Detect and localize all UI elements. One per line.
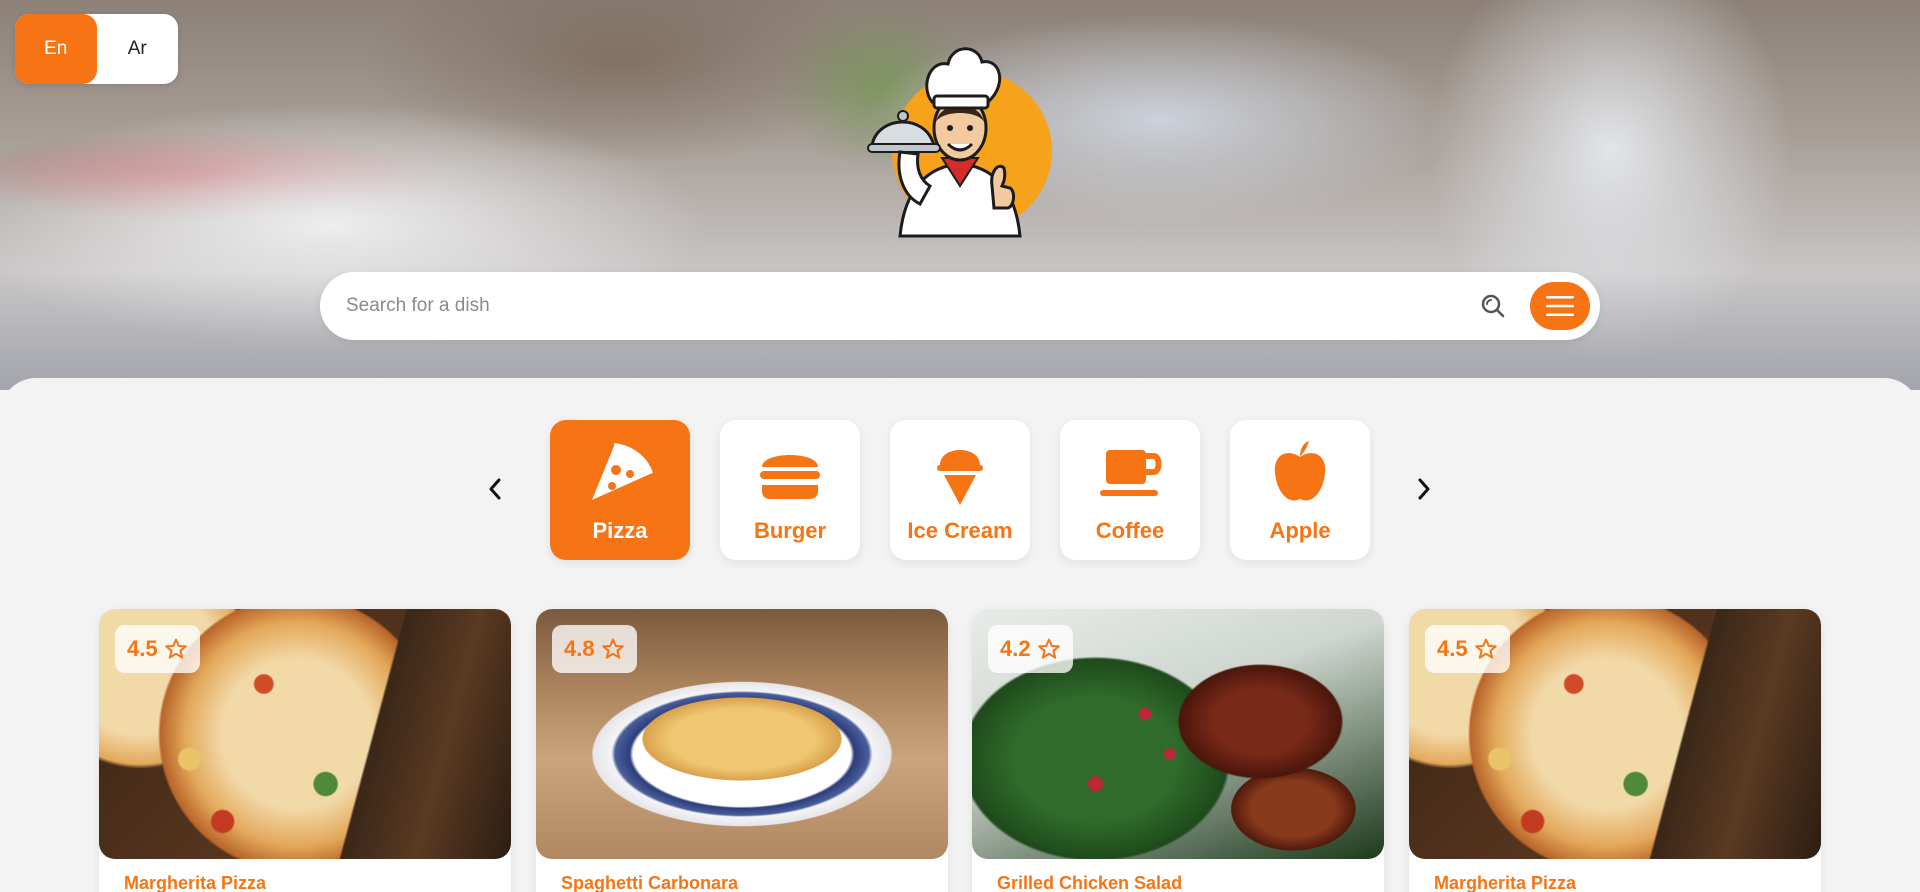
- category-label: Burger: [753, 518, 827, 543]
- search-input[interactable]: [320, 272, 1478, 340]
- category-label: Apple: [1269, 518, 1331, 543]
- menu-button[interactable]: [1530, 282, 1590, 330]
- rating-value: 4.8: [564, 636, 595, 661]
- dish-card[interactable]: 4.8 Spaghetti Carbonara: [536, 609, 948, 892]
- category-burger[interactable]: Burger: [720, 420, 860, 560]
- content-panel: Pizza Burger Ice Cream Coffee Apple 4.5 …: [0, 378, 1920, 892]
- category-coffee[interactable]: Coffee: [1060, 420, 1200, 560]
- language-option-en[interactable]: En: [15, 14, 97, 84]
- rating-value: 4.5: [127, 636, 158, 661]
- language-toggle: En Ar: [15, 14, 178, 84]
- rating-value: 4.5: [1437, 636, 1468, 661]
- dish-image: 4.2: [972, 609, 1384, 859]
- category-next-button[interactable]: [1409, 474, 1439, 504]
- chevron-right-icon: [1418, 478, 1430, 500]
- chevron-left-icon: [489, 478, 501, 500]
- rating-value: 4.2: [1000, 636, 1031, 661]
- dish-image: 4.5: [1409, 609, 1821, 859]
- category-label: Coffee: [1095, 518, 1165, 543]
- category-pizza[interactable]: Pizza: [550, 420, 690, 560]
- rating-badge: 4.5: [1425, 625, 1510, 673]
- dish-name: Spaghetti Carbonara: [561, 873, 739, 892]
- chef-logo: [860, 36, 1060, 246]
- hero-banner: En Ar: [0, 0, 1920, 390]
- category-label: Ice Cream: [907, 518, 1013, 543]
- star-outline-icon: [1037, 638, 1060, 659]
- dish-card[interactable]: 4.2 Grilled Chicken Salad: [972, 609, 1384, 892]
- ice-cream-icon: [924, 436, 996, 508]
- dish-name: Margherita Pizza: [1434, 873, 1577, 892]
- dish-name: Grilled Chicken Salad: [997, 873, 1183, 892]
- pizza-icon: [584, 436, 656, 508]
- burger-icon: [754, 436, 826, 508]
- rating-badge: 4.8: [552, 625, 637, 673]
- dish-card[interactable]: 4.5 Margherita Pizza: [99, 609, 511, 892]
- rating-badge: 4.2: [988, 625, 1073, 673]
- category-prev-button[interactable]: [480, 474, 510, 504]
- dish-image: 4.8: [536, 609, 948, 859]
- coffee-icon: [1094, 436, 1166, 508]
- apple-icon: [1264, 436, 1336, 508]
- language-option-ar[interactable]: Ar: [97, 14, 179, 84]
- category-apple[interactable]: Apple: [1230, 420, 1370, 560]
- star-outline-icon: [601, 638, 624, 659]
- hamburger-menu-icon: [1546, 296, 1574, 316]
- dish-image: 4.5: [99, 609, 511, 859]
- rating-badge: 4.5: [115, 625, 200, 673]
- star-outline-icon: [1474, 638, 1497, 659]
- search-bar: [320, 272, 1600, 340]
- star-outline-icon: [164, 638, 187, 659]
- search-icon[interactable]: [1478, 291, 1508, 321]
- dish-card[interactable]: 4.5 Margherita Pizza: [1409, 609, 1821, 892]
- dish-name: Margherita Pizza: [124, 873, 267, 892]
- category-ice-cream[interactable]: Ice Cream: [890, 420, 1030, 560]
- category-label: Pizza: [592, 518, 648, 543]
